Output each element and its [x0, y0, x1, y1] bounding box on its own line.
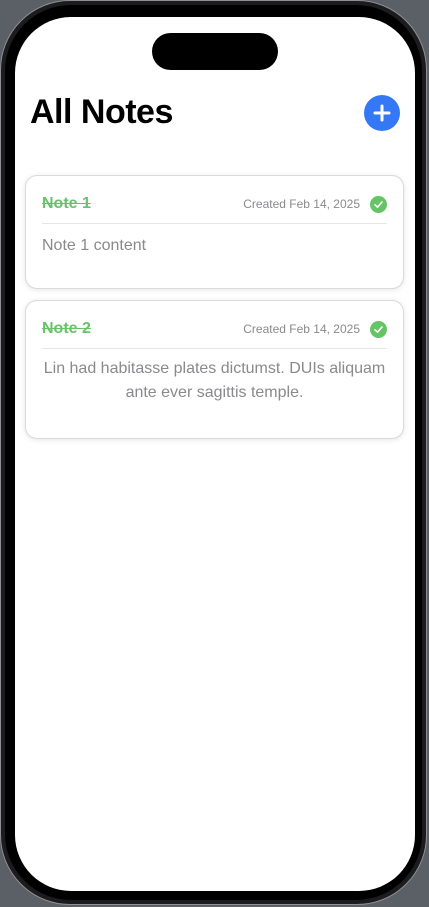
page-title: All Notes: [30, 93, 173, 131]
device-frame: All Notes Note 1 Created Feb 14, 2025 No…: [0, 0, 427, 905]
checkmark-circle-icon[interactable]: [370, 320, 387, 338]
note-card[interactable]: Note 2 Created Feb 14, 2025 Lin had habi…: [25, 300, 404, 439]
note-title: Note 2: [42, 320, 91, 337]
plus-icon: [373, 104, 391, 122]
created-date: Created Feb 14, 2025: [243, 197, 360, 211]
created-date: Created Feb 14, 2025: [243, 322, 360, 336]
add-note-button[interactable]: [364, 95, 400, 131]
divider: [42, 223, 387, 224]
note-card-header: Note 2 Created Feb 14, 2025: [42, 319, 387, 339]
checkmark-icon: [374, 200, 383, 208]
note-title: Note 1: [42, 195, 91, 212]
screen: All Notes Note 1 Created Feb 14, 2025 No…: [15, 17, 415, 891]
dynamic-island: [152, 33, 278, 70]
note-content: Lin had habitasse plates dictumst. DUIs …: [43, 360, 386, 401]
checkmark-circle-icon[interactable]: [370, 195, 387, 213]
note-card[interactable]: Note 1 Created Feb 14, 2025 Note 1 conte…: [25, 175, 404, 289]
note-card-header: Note 1 Created Feb 14, 2025: [42, 194, 387, 214]
note-content: Note 1 content: [42, 237, 147, 254]
divider: [42, 348, 387, 349]
checkmark-icon: [374, 325, 383, 333]
